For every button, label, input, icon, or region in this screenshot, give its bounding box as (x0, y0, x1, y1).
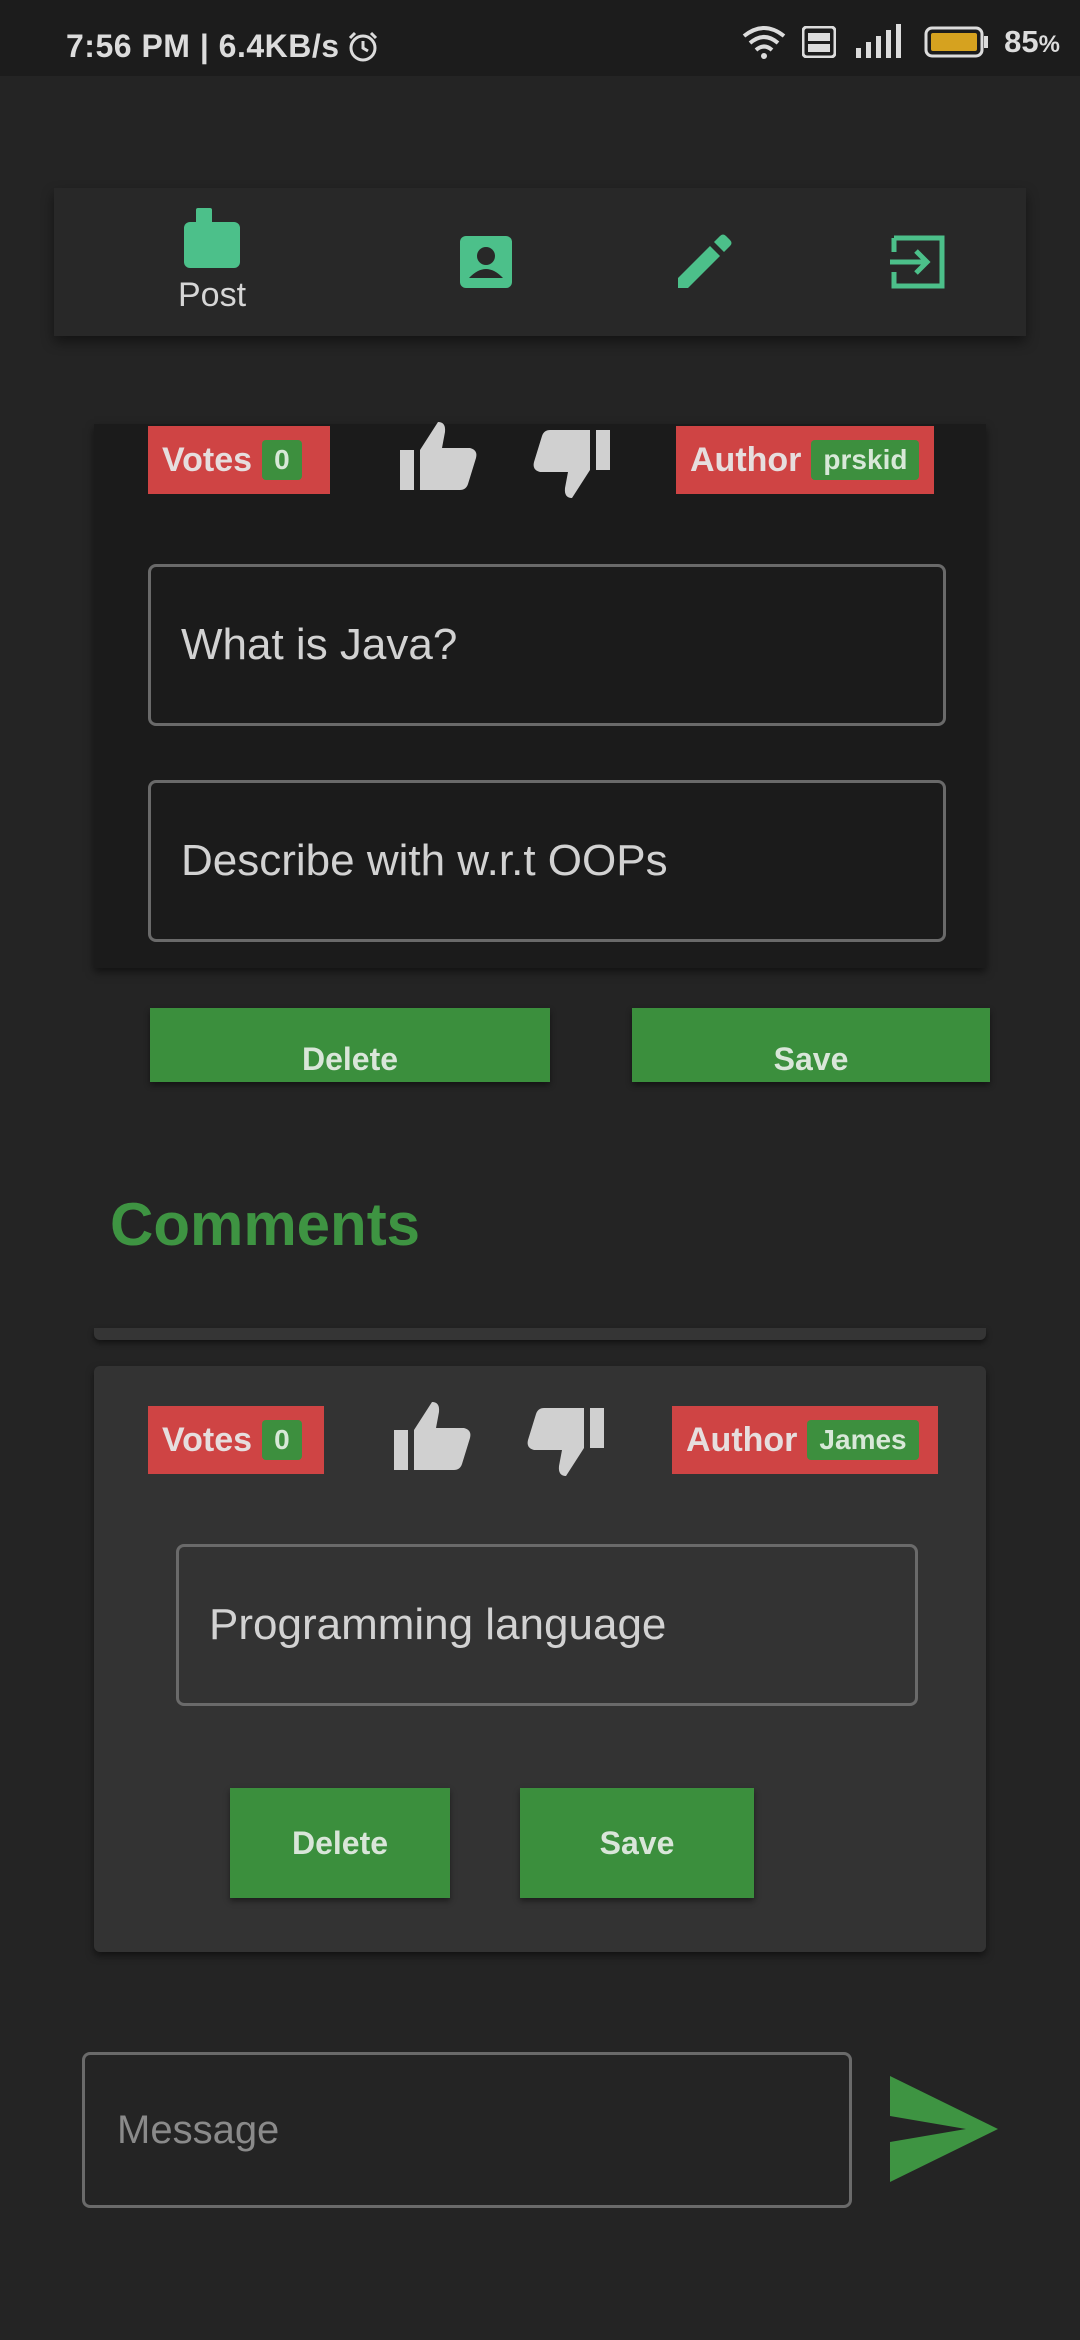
votes-count: 0 (262, 1420, 302, 1460)
thumbs-up-icon[interactable] (398, 420, 478, 492)
battery-icon (924, 26, 989, 58)
nav-item-logout[interactable] (890, 234, 946, 290)
post-save-button[interactable]: Save (632, 1008, 990, 1082)
volte-icon (802, 26, 837, 58)
status-time: 7:56 PM | 6.4KB/s (66, 28, 340, 64)
thumbs-down-icon[interactable] (532, 428, 612, 500)
votes-count: 0 (262, 440, 302, 480)
comment-card-edge (94, 1328, 986, 1340)
nav-item-profile[interactable] (458, 234, 514, 290)
message-input[interactable]: Message (82, 2052, 852, 2208)
post-icon (184, 208, 241, 268)
message-placeholder: Message (117, 2107, 280, 2152)
post-delete-button[interactable]: Delete (150, 1008, 550, 1082)
comment-author-badge: Author James (672, 1406, 938, 1474)
wifi-icon (742, 26, 786, 59)
thumbs-up-icon[interactable] (392, 1400, 472, 1472)
author-label: Author (690, 440, 802, 479)
logout-icon (890, 235, 945, 289)
author-name: prskid (811, 440, 920, 480)
comment-save-button[interactable]: Save (520, 1788, 754, 1898)
nav-label-post: Post (178, 276, 247, 314)
status-bar: 7:56 PM | 6.4KB/s 85% (0, 0, 1080, 76)
send-icon[interactable] (888, 2074, 1000, 2184)
edit-icon (678, 234, 732, 288)
votes-label: Votes (162, 440, 253, 479)
comments-heading: Comments (110, 1191, 421, 1258)
nav-item-edit[interactable] (674, 232, 734, 292)
nav-item-post[interactable]: Post (178, 208, 246, 315)
author-label: Author (686, 1420, 798, 1459)
post-author-badge: Author prskid (676, 426, 934, 494)
post-title-field[interactable]: What is Java? (148, 564, 946, 726)
post-votes-badge: Votes 0 (148, 426, 330, 494)
comment-delete-button[interactable]: Delete (230, 1788, 450, 1898)
top-nav-bar: Post (54, 188, 1026, 336)
author-name: James (807, 1420, 919, 1460)
votes-label: Votes (162, 1420, 253, 1459)
battery-percent: 85% (1004, 24, 1060, 59)
4g-signal-icon (856, 24, 902, 58)
profile-icon (460, 236, 512, 288)
post-body-field[interactable]: Describe with w.r.t OOPs (148, 780, 946, 942)
comment-text-field[interactable]: Programming language (176, 1544, 918, 1706)
thumbs-down-icon[interactable] (526, 1406, 606, 1478)
alarm-icon (348, 31, 378, 62)
comment-votes-badge: Votes 0 (148, 1406, 324, 1474)
